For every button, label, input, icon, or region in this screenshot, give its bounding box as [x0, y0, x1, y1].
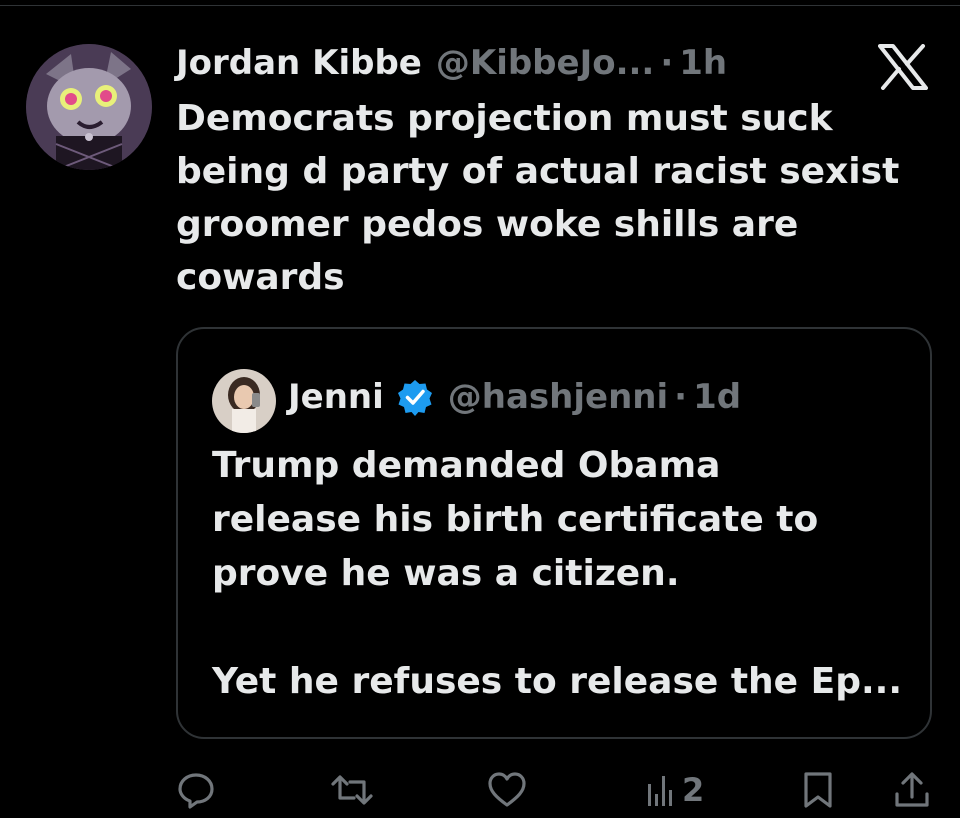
- views-count: 2: [682, 771, 705, 809]
- quoted-author-name[interactable]: Jenni: [288, 377, 384, 417]
- share-button[interactable]: [892, 766, 932, 814]
- quoted-author-handle[interactable]: @hashjenni: [448, 377, 668, 417]
- reply-icon: [176, 770, 216, 810]
- author-handle[interactable]: @KibbeJo...: [436, 43, 655, 83]
- quoted-separator-dot: ·: [674, 377, 688, 417]
- top-divider: [0, 5, 960, 6]
- retweet-button[interactable]: [330, 766, 374, 814]
- reply-button[interactable]: [176, 766, 216, 814]
- share-icon: [892, 770, 932, 810]
- views-button[interactable]: 2: [646, 766, 704, 814]
- quoted-author-avatar[interactable]: [212, 369, 276, 433]
- x-logo-icon: [878, 44, 928, 90]
- tweet-timestamp[interactable]: 1h: [679, 43, 727, 83]
- heart-icon: [486, 770, 528, 810]
- bookmark-button[interactable]: [800, 766, 836, 814]
- author-avatar[interactable]: [26, 44, 152, 170]
- quoted-tweet-header: Jenni @hashjenni · 1d: [288, 373, 741, 421]
- quoted-tweet-card[interactable]: Jenni @hashjenni · 1d Trump demanded Oba…: [176, 327, 932, 739]
- bookmark-icon: [800, 770, 836, 810]
- author-name[interactable]: Jordan Kibbe: [176, 43, 422, 83]
- verified-badge-icon: [396, 378, 434, 416]
- views-chart-icon: [646, 770, 676, 810]
- separator-dot: ·: [660, 43, 674, 83]
- tweet-header: Jordan Kibbe @KibbeJo... · 1h: [176, 40, 727, 86]
- tweet-action-bar: 2: [0, 766, 960, 816]
- tweet-text: Democrats projection must suck being d p…: [176, 98, 900, 298]
- quoted-tweet-timestamp[interactable]: 1d: [693, 377, 741, 417]
- retweet-icon: [330, 770, 374, 810]
- like-button[interactable]: [486, 766, 528, 814]
- quoted-tweet-text: Trump demanded Obama release his birth c…: [212, 445, 903, 702]
